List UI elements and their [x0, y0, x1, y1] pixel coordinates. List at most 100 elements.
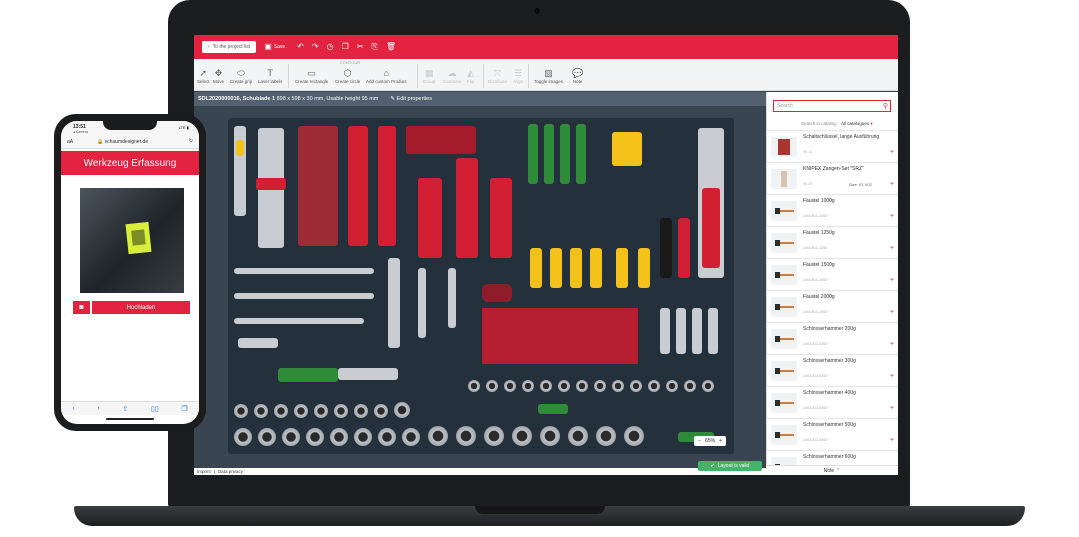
socket-large[interactable] — [282, 428, 300, 446]
screwdriver-black-1[interactable] — [660, 218, 672, 278]
screwdriver-3[interactable] — [560, 124, 570, 184]
empty-pocket[interactable] — [482, 308, 638, 364]
socket-small[interactable] — [702, 380, 714, 392]
socket-large[interactable] — [258, 428, 276, 446]
tool-distribute[interactable]: ⤧ Distribute — [488, 67, 507, 84]
save-button[interactable]: ▣ Save — [264, 43, 285, 51]
search-icon[interactable]: ⚲ — [883, 101, 888, 112]
product-item[interactable]: Schlosserhammer 300g 0001202-0300 + — [767, 354, 898, 386]
foam-drawer[interactable]: − 65% + — [228, 118, 734, 454]
screwdriver-1[interactable] — [528, 124, 538, 184]
screwdriver-yellow-5[interactable] — [616, 248, 628, 288]
imprint-link[interactable]: Imprint — [197, 469, 211, 474]
screwdriver-yellow-6[interactable] — [638, 248, 650, 288]
back-to-projects-button[interactable]: ‹ To the project list — [202, 41, 257, 53]
add-product-icon[interactable]: + — [890, 437, 894, 444]
socket[interactable] — [234, 404, 248, 418]
tool-flip[interactable]: ◭ Flip — [467, 67, 474, 84]
extension-mini[interactable] — [448, 268, 456, 328]
pliers-2[interactable] — [418, 178, 442, 258]
zoom-in-button[interactable]: + — [719, 438, 722, 444]
socket-large[interactable] — [428, 426, 448, 446]
edit-properties-button[interactable]: ✎ Edit properties — [390, 96, 432, 102]
socket[interactable] — [274, 404, 288, 418]
socket-large[interactable] — [402, 428, 420, 446]
product-item[interactable]: Fäustel 1500g 0000401-1500 + — [767, 258, 898, 290]
tool-create-grip[interactable]: ⬭ Create grip — [230, 67, 252, 84]
socket-small[interactable] — [666, 380, 678, 392]
tabs-icon[interactable]: ❐ — [181, 405, 187, 413]
socket-large[interactable] — [330, 428, 348, 446]
socket-small[interactable] — [504, 380, 516, 392]
socket-large[interactable] — [596, 426, 616, 446]
add-product-icon[interactable]: + — [890, 181, 894, 188]
extension-bar-2[interactable] — [234, 293, 374, 299]
socket-large[interactable] — [484, 426, 504, 446]
add-product-icon[interactable]: + — [890, 213, 894, 220]
add-product-icon[interactable]: + — [890, 341, 894, 348]
product-item[interactable]: KNIPEX Zangen-Set "SRZ" 90 20 Size: 01 V… — [767, 162, 898, 194]
socket-large[interactable] — [306, 428, 324, 446]
tool-create-circle[interactable]: ⬡ Create circle — [335, 67, 360, 84]
duplicate-icon[interactable]: ❐ — [342, 43, 349, 51]
socket-small[interactable] — [468, 380, 480, 392]
product-item[interactable]: Schlosserhammer 200g 0001202-0200 + — [767, 322, 898, 354]
text-size-button[interactable]: aA — [67, 139, 73, 145]
ratchet-medium[interactable] — [538, 404, 568, 414]
screwdriver-yellow-2[interactable] — [550, 248, 562, 288]
back-icon[interactable]: ‹ — [72, 405, 74, 412]
camera-button[interactable]: ◙ — [73, 301, 90, 314]
status-back-app[interactable]: ◂ Kamera — [73, 130, 88, 134]
catalog-search-input[interactable]: Search ⚲ — [773, 100, 891, 112]
extension-bar-1[interactable] — [234, 268, 374, 274]
add-product-icon[interactable]: + — [890, 245, 894, 252]
bit-holder-4[interactable] — [708, 308, 718, 354]
socket-small[interactable] — [576, 380, 588, 392]
add-product-icon[interactable]: + — [890, 149, 894, 156]
copy-icon[interactable]: ⎘ — [371, 43, 377, 51]
socket[interactable] — [314, 404, 328, 418]
extension-short[interactable] — [418, 268, 426, 338]
water-pump-pliers[interactable] — [348, 126, 368, 246]
socket-small[interactable] — [612, 380, 624, 392]
socket[interactable] — [354, 404, 368, 418]
socket-large[interactable] — [456, 426, 476, 446]
tool-note[interactable]: 💬 Note — [572, 67, 583, 84]
add-product-icon[interactable]: + — [890, 405, 894, 412]
socket-small[interactable] — [522, 380, 534, 392]
product-item[interactable]: Schlosserhammer 500g 0001202-0500 + — [767, 418, 898, 450]
finger-grip-1[interactable] — [482, 284, 512, 302]
product-item[interactable]: Schlosserhammer 400g 0001202-0400 + — [767, 386, 898, 418]
add-product-icon[interactable]: + — [890, 309, 894, 316]
bookmarks-icon[interactable]: ▯▯ — [151, 405, 159, 413]
socket[interactable] — [334, 404, 348, 418]
tool-combine[interactable]: ☁ Combine — [443, 67, 461, 84]
socket[interactable] — [254, 404, 268, 418]
product-item[interactable]: Schaltschlüssel, lange Ausführung 90 11 … — [767, 130, 898, 162]
socket-small[interactable] — [594, 380, 606, 392]
allen-key-set[interactable] — [298, 126, 338, 246]
tool-create-rectangle[interactable]: ▭ Create rectangle — [295, 67, 328, 84]
socket-large[interactable] — [568, 426, 588, 446]
extension-bar-3[interactable] — [234, 318, 364, 324]
tool-add-custom-product[interactable]: ⌂ Add custom Product — [366, 67, 407, 84]
add-product-icon[interactable]: + — [890, 277, 894, 284]
pliers-4[interactable] — [490, 178, 512, 258]
add-product-icon[interactable]: + — [890, 373, 894, 380]
browser-url-bar[interactable]: aA 🔒 schaumdesigner.de ↻ — [61, 135, 199, 149]
product-item[interactable]: Fäustel 2000g 0000401-2000 + — [767, 290, 898, 322]
socket-small[interactable] — [648, 380, 660, 392]
socket-large[interactable] — [624, 426, 644, 446]
bit-holder-1[interactable] — [660, 308, 670, 354]
socket-large[interactable] — [512, 426, 532, 446]
ratchet-large[interactable] — [278, 368, 338, 382]
undo-icon[interactable]: ↶ — [297, 43, 304, 51]
catalog-select[interactable]: All catalogues ▾ — [841, 121, 873, 127]
socket-small[interactable] — [630, 380, 642, 392]
trash-icon[interactable]: 🗑 — [386, 43, 396, 51]
screwdriver-yellow-3[interactable] — [570, 248, 582, 288]
zoom-out-button[interactable]: − — [698, 438, 701, 444]
product-item[interactable]: Fäustel 1250g 0000401-1250 + — [767, 226, 898, 258]
share-icon[interactable]: ⇧ — [122, 405, 128, 413]
socket-large[interactable] — [540, 426, 560, 446]
